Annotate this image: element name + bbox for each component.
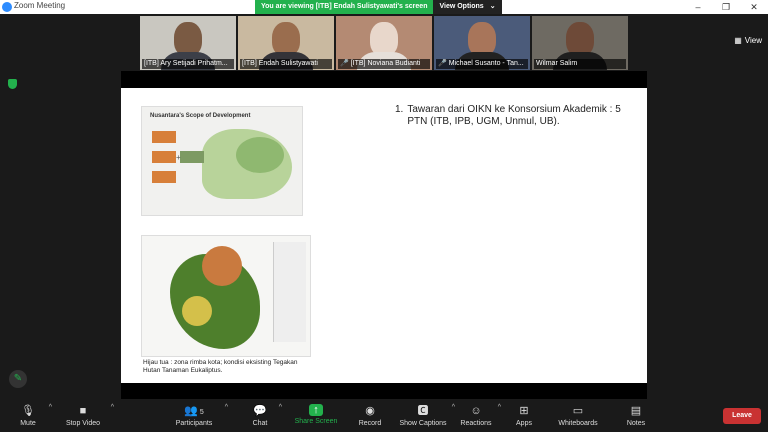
participants-button[interactable]: 👥 5 Participants ^ [172, 404, 228, 427]
participant-name: 🎤 [ITB] Noviana Budianti [338, 59, 430, 69]
show-captions-button[interactable]: 🅲 Show Captions ^ [397, 404, 455, 427]
participant-face [370, 22, 398, 56]
muted-mic-icon: 🎤 [340, 60, 349, 67]
view-options-label: View Options [439, 3, 484, 10]
stop-video-button[interactable]: ■ Stop Video ^ [60, 404, 114, 427]
notes-icon: ▤ [630, 405, 642, 417]
chat-label: Chat [252, 420, 268, 427]
share-screen-button[interactable]: ↑ Share Screen [292, 404, 340, 425]
show-captions-label: Show Captions [399, 420, 447, 427]
video-tile[interactable]: Wilmar Salim [532, 16, 628, 70]
chevron-up-icon[interactable]: ^ [279, 404, 282, 411]
map-title: Nusantara's Scope of Development [150, 113, 251, 119]
participant-name: 🎤 Michael Susanto - Tan... [436, 59, 528, 69]
view-options-button[interactable]: View Options ⌄ [433, 0, 502, 14]
nusantara-map-image: Nusantara's Scope of Development + [141, 106, 303, 216]
chevron-up-icon[interactable]: ^ [452, 404, 455, 411]
maximize-button[interactable]: ❐ [712, 0, 740, 14]
zoning-map-image [141, 235, 311, 357]
list-text: Tawaran dari OIKN ke Konsorsium Akademik… [407, 104, 621, 127]
chevron-up-icon[interactable]: ^ [111, 404, 114, 411]
participant-gallery: [ITB] Ary Setijadi Prihatm... [ITB] Enda… [0, 14, 768, 70]
meeting-toolbar: 🎙 Mute ^ ■ Stop Video ^ 👥 5 Participants … [0, 400, 768, 432]
participants-label: Participants [175, 420, 213, 427]
view-label: View [744, 36, 762, 45]
participant-face [174, 22, 202, 56]
map-region [236, 137, 284, 173]
map-caption: Hijau tua : zona rimba kota; kondisi eks… [143, 359, 298, 374]
muted-mic-icon: 🎤 [438, 60, 447, 67]
participant-face [566, 22, 594, 56]
video-camera-icon: ■ [79, 405, 87, 417]
participant-name: [ITB] Endah Sulistyawati [240, 59, 332, 69]
video-tile-active-speaker[interactable]: [ITB] Endah Sulistyawati [238, 16, 334, 70]
share-banner-text: You are viewing [ITB] Endah Sulistyawati… [255, 0, 434, 14]
leave-button[interactable]: Leave [723, 408, 761, 424]
whiteboards-label: Whiteboards [558, 420, 598, 427]
chevron-up-icon[interactable]: ^ [225, 404, 228, 411]
map-legend [273, 242, 306, 342]
view-layout-button[interactable]: ▦ View [734, 36, 762, 45]
apps-icon: ⊞ [519, 405, 529, 417]
chevron-up-icon[interactable]: ^ [49, 404, 52, 411]
minimize-button[interactable]: – [684, 0, 712, 14]
participants-count: 5 [199, 409, 204, 416]
chat-button[interactable]: 💬 Chat ^ [248, 404, 282, 427]
chevron-down-icon: ⌄ [489, 3, 496, 10]
record-label: Record [358, 420, 382, 427]
close-window-button[interactable]: ✕ [740, 0, 768, 14]
apps-button[interactable]: ⊞ Apps [512, 404, 536, 427]
notes-label: Notes [626, 420, 646, 427]
stop-video-label: Stop Video [65, 420, 101, 427]
annotate-pencil-icon[interactable]: ✎ [9, 370, 27, 388]
window-title: Zoom Meeting [14, 1, 66, 10]
zoom-app-icon [2, 2, 12, 12]
list-number: 1. [395, 104, 404, 115]
captions-icon: 🅲 [417, 405, 429, 417]
smiley-icon: ☺ [470, 405, 482, 417]
reactions-button[interactable]: ☺ Reactions ^ [459, 404, 501, 427]
participant-name: Wilmar Salim [534, 59, 626, 69]
participants-icon: 👥 5 [184, 405, 204, 417]
zone-patch [202, 246, 242, 286]
grid-icon: ▦ [734, 36, 742, 45]
map-stat-box [180, 151, 204, 163]
share-banner: You are viewing [ITB] Endah Sulistyawati… [255, 0, 502, 14]
chevron-up-icon[interactable]: ^ [498, 404, 501, 411]
plus-icon: + [176, 153, 181, 162]
reactions-label: Reactions [460, 420, 492, 427]
video-tile[interactable]: [ITB] Ary Setijadi Prihatm... [140, 16, 236, 70]
whiteboards-button[interactable]: ▭ Whiteboards [553, 404, 603, 427]
whiteboard-icon: ▭ [572, 405, 584, 417]
map-stat-box [152, 151, 176, 163]
map-stat-box [152, 131, 176, 143]
slide-list-item: 1. Tawaran dari OIKN ke Konsorsium Akade… [395, 104, 635, 128]
video-tile[interactable]: 🎤 Michael Susanto - Tan... [434, 16, 530, 70]
zone-patch [182, 296, 212, 326]
microphone-icon: 🎙 [21, 405, 35, 417]
participant-name: [ITB] Ary Setijadi Prihatm... [142, 59, 234, 69]
security-shield-icon[interactable] [8, 79, 17, 89]
chat-icon: 💬 [253, 405, 267, 417]
apps-label: Apps [516, 420, 532, 427]
mute-button[interactable]: 🎙 Mute ^ [14, 404, 52, 427]
mute-label: Mute [20, 420, 36, 427]
participant-face [468, 22, 496, 56]
map-stat-box [152, 171, 176, 183]
share-screen-icon: ↑ [309, 404, 323, 416]
notes-button[interactable]: ▤ Notes [624, 404, 648, 427]
share-screen-label: Share Screen [294, 418, 338, 425]
participant-face [272, 22, 300, 56]
record-icon: ◉ [365, 405, 375, 417]
window-controls: – ❐ ✕ [684, 0, 768, 14]
video-tile[interactable]: 🎤 [ITB] Noviana Budianti [336, 16, 432, 70]
record-button[interactable]: ◉ Record [356, 404, 384, 427]
